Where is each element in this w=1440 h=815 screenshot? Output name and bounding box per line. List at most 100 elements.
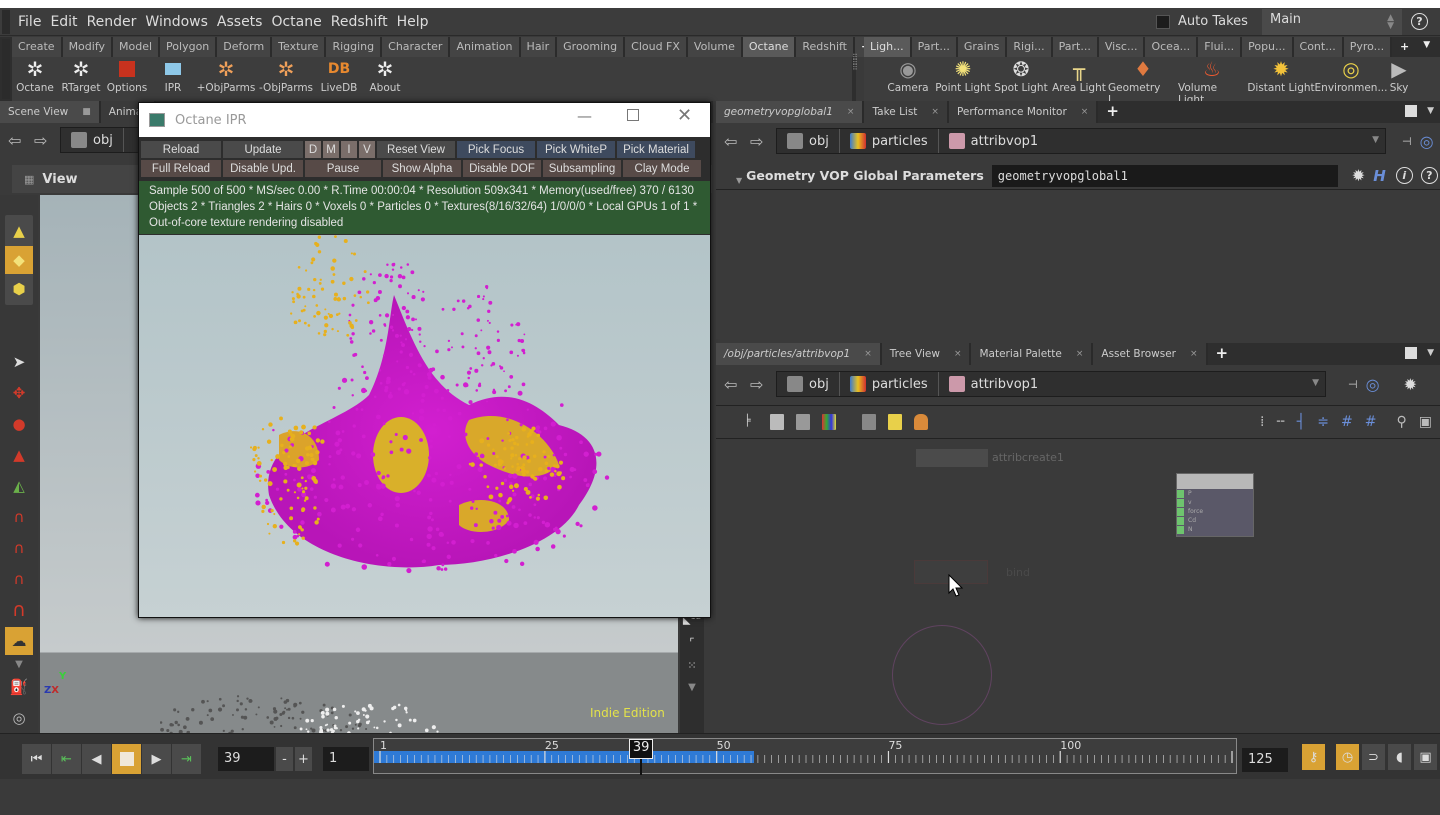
shelf-tab-create[interactable]: Create	[12, 37, 63, 57]
shelf-tab-polygon[interactable]: Polygon	[160, 37, 217, 57]
search-icon[interactable]: ⚲	[1397, 414, 1407, 430]
path-crumb-obj[interactable]: obj	[61, 128, 124, 152]
network-path[interactable]: obj particles attribvop1 ▼	[776, 371, 1326, 397]
ipr-render-canvas[interactable]	[139, 235, 710, 617]
forward-arrow-icon[interactable]: ⇨	[34, 131, 52, 150]
node-output-n[interactable]: N	[1177, 525, 1253, 534]
node-output-cd[interactable]: Cd	[1177, 516, 1253, 525]
path-dropdown-icon[interactable]: ▼	[1312, 378, 1319, 388]
pin-icon[interactable]: ⊣	[1402, 135, 1412, 148]
menu-edit[interactable]: Edit	[50, 14, 77, 30]
disable-dof-button[interactable]: Disable DOF	[463, 160, 541, 177]
magnet-icon[interactable]: ∩	[5, 596, 33, 624]
take-selector[interactable]: Main ▲▼	[1262, 9, 1402, 35]
list-icon[interactable]	[770, 414, 784, 430]
back-arrow-icon[interactable]: ⇦	[724, 375, 742, 394]
path-crumb-obj[interactable]: obj	[777, 129, 840, 153]
disable-update-button[interactable]: Disable Upd.	[223, 160, 303, 177]
snap-icon[interactable]: ┤	[1297, 414, 1305, 430]
shelf-tab-oceans[interactable]: Ocea...	[1145, 37, 1198, 57]
chevron-down-icon[interactable]: ▼	[1427, 348, 1434, 358]
shelf-tab-rigid[interactable]: Rigi...	[1007, 37, 1052, 57]
output-connector[interactable]	[1177, 517, 1184, 525]
maximize-button[interactable]	[627, 109, 639, 121]
parameters-icon[interactable]	[796, 414, 810, 430]
path-crumb-attribvop[interactable]: attribvop1	[939, 129, 1049, 153]
prev-key-button[interactable]: ⇤	[52, 744, 82, 774]
menu-grip[interactable]	[2, 10, 10, 34]
snap-grid-icon[interactable]: ∩	[5, 503, 33, 531]
pause-button[interactable]: Pause	[305, 160, 381, 177]
shelf-tool-spot-light[interactable]: ❂Spot Light	[992, 57, 1050, 101]
pick-focus-button[interactable]: Pick Focus	[457, 141, 535, 158]
node-output-p[interactable]: P	[1177, 489, 1253, 498]
grid-icon[interactable]: #	[1365, 414, 1377, 430]
node-output-v[interactable]: v	[1177, 498, 1253, 507]
help-button[interactable]: ?	[1421, 167, 1438, 184]
maximize-pane-icon[interactable]	[1405, 347, 1417, 359]
help-h-icon[interactable]: H	[1373, 167, 1386, 185]
shelf-tool-environment-light[interactable]: ◎Environmen...	[1316, 57, 1386, 101]
transform-icon[interactable]: ⁙	[687, 659, 696, 672]
shelf-tool-distant-light[interactable]: ✹Distant Light	[1246, 57, 1316, 101]
shelf-tool-volume-light[interactable]: ♨Volume Light	[1178, 57, 1246, 101]
close-icon[interactable]: ×	[1081, 107, 1089, 117]
shelf-tab-hair[interactable]: Hair	[521, 37, 558, 57]
shelf-tab-volume[interactable]: Volume	[688, 37, 743, 57]
shelf-tool-point-light[interactable]: ✺Point Light	[934, 57, 992, 101]
node-geometryvopglobal[interactable]: PvforceCdN	[1176, 473, 1254, 537]
link-target-icon[interactable]: ◎	[1420, 132, 1434, 151]
reload-button[interactable]: Reload	[141, 141, 221, 158]
tab-asset-browser[interactable]: Asset Browser×	[1093, 343, 1207, 365]
auto-takes-toggle[interactable]: Auto Takes	[1156, 14, 1248, 29]
link-target-icon[interactable]: ◎	[1366, 375, 1380, 394]
shelf-tab-populate[interactable]: Popu...	[1242, 37, 1293, 57]
shelf-tab-pyro[interactable]: Pyro...	[1344, 37, 1392, 57]
background-image-icon[interactable]: ▣	[1419, 414, 1432, 430]
rotate-tool-icon[interactable]: ●	[5, 410, 33, 438]
chevron-down-icon[interactable]: ▼	[5, 658, 33, 670]
chevron-down-icon[interactable]: ▼	[736, 176, 742, 185]
tab-tree-view[interactable]: Tree View×	[882, 343, 972, 365]
shelf-tool-geometry-light[interactable]: ♦Geometry L...	[1108, 57, 1178, 101]
close-icon[interactable]: ×	[847, 107, 855, 117]
network-canvas[interactable]: attribcreate1 PvforceCdN bind	[716, 440, 1440, 733]
menu-file[interactable]: File	[18, 14, 41, 30]
timeline-slider[interactable]: 1255075100 39	[373, 738, 1237, 774]
minimize-button[interactable]: —	[577, 107, 592, 125]
add-tab-button[interactable]: +	[1208, 343, 1237, 365]
chevron-down-icon[interactable]: ▼	[688, 682, 696, 693]
menu-redshift[interactable]: Redshift	[331, 14, 388, 30]
pick-whitepoint-button[interactable]: Pick WhiteP	[537, 141, 615, 158]
path-crumb-attribvop[interactable]: attribvop1	[939, 372, 1049, 396]
ipr-titlebar[interactable]: Octane IPR — ✕	[139, 103, 710, 137]
shelf-tab-rigging[interactable]: Rigging	[326, 37, 382, 57]
subsampling-button[interactable]: Subsampling	[543, 160, 621, 177]
node-attribcreate[interactable]	[916, 449, 988, 467]
shelf-tab-particle-fluids[interactable]: Part...	[1053, 37, 1099, 57]
subnet-icon[interactable]	[914, 414, 928, 430]
output-connector[interactable]	[1177, 526, 1184, 534]
close-button[interactable]: ✕	[677, 105, 692, 126]
menu-help[interactable]: Help	[397, 14, 429, 30]
network-box-icon[interactable]	[862, 414, 876, 430]
forward-arrow-icon[interactable]: ⇨	[750, 375, 768, 394]
tab-take-list[interactable]: Take List×	[864, 101, 949, 123]
curve-icon[interactable]: ⌜	[689, 636, 694, 649]
global-animation-options-button[interactable]: ▣	[1414, 744, 1438, 770]
shelf-tool-add-objparms[interactable]: ✲+ObjParms	[196, 57, 256, 101]
clay-mode-button[interactable]: Clay Mode	[623, 160, 701, 177]
shelf-tab-model[interactable]: Model	[113, 37, 160, 57]
update-button[interactable]: Update	[223, 141, 303, 158]
menu-windows[interactable]: Windows	[145, 14, 208, 30]
shelf-tab-animation[interactable]: Animation	[450, 37, 520, 57]
close-icon[interactable]: ×	[1076, 349, 1084, 359]
move-tool-icon[interactable]: ✥	[5, 379, 33, 407]
shelf-tab-particles[interactable]: Part...	[912, 37, 958, 57]
menu-render[interactable]: Render	[87, 14, 137, 30]
audio-button[interactable]: ◖	[1388, 744, 1412, 770]
forward-arrow-icon[interactable]: ⇨	[750, 132, 768, 151]
node-output-force[interactable]: force	[1177, 507, 1253, 516]
current-frame-marker[interactable]: 39	[629, 739, 653, 759]
increment-frame-button[interactable]: +	[295, 747, 313, 771]
